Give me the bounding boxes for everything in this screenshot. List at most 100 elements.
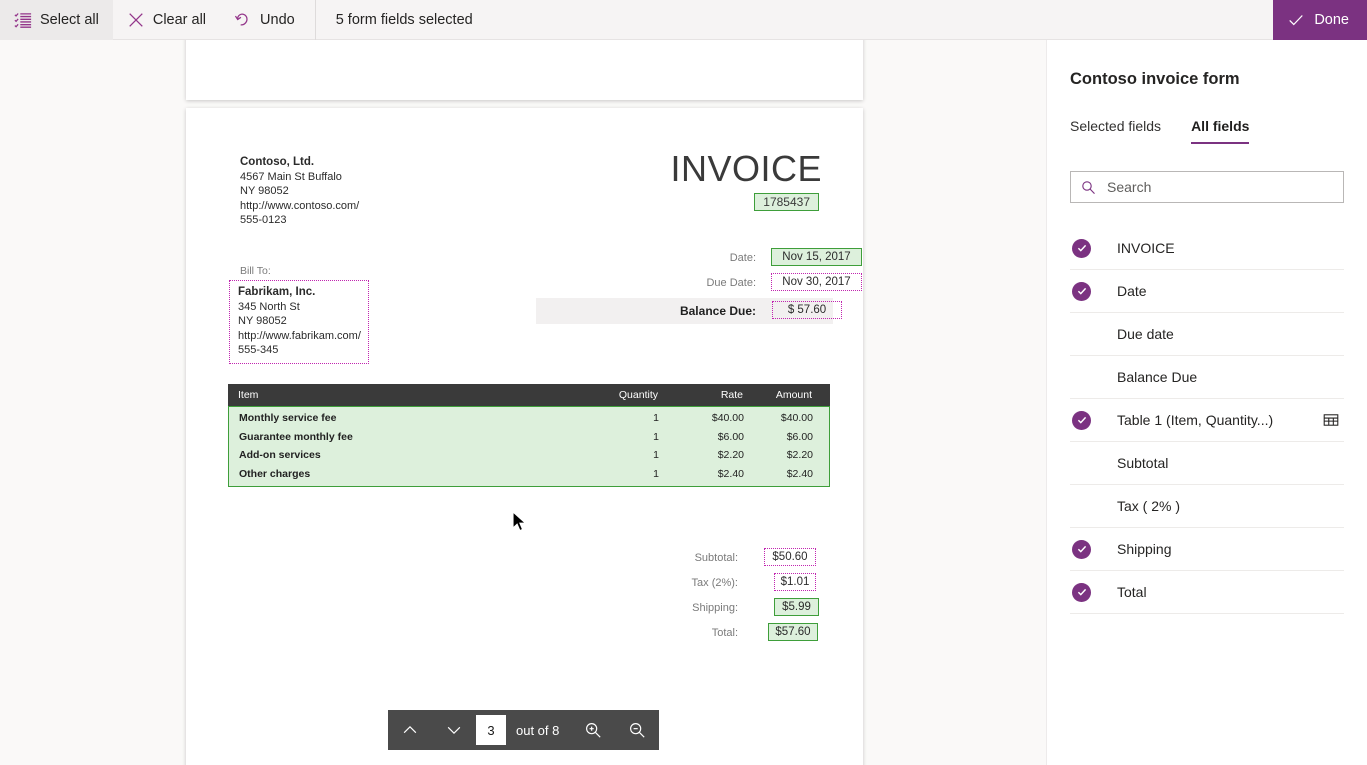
total-label: Total:: [711, 627, 738, 639]
due-date-label: Due Date:: [706, 277, 756, 289]
subtotal-field[interactable]: $50.60: [764, 548, 816, 566]
field-list: INVOICE Date Due date Balance Due Table …: [1070, 227, 1344, 614]
field-row-balance-due[interactable]: Balance Due: [1070, 356, 1344, 399]
total-row: Total: $57.60: [616, 623, 831, 648]
invoice-number-field[interactable]: 1785437: [754, 193, 819, 211]
magnifier-plus-icon: [584, 721, 602, 739]
search-box[interactable]: [1070, 171, 1344, 203]
subtotal-label: Subtotal:: [694, 552, 738, 564]
cell-amount: $40.00: [780, 412, 813, 425]
checked-circle-icon[interactable]: [1072, 281, 1091, 301]
bill-to-field[interactable]: Fabrikam, Inc. 345 North St NY 98052 htt…: [229, 280, 369, 364]
cell-amount: $6.00: [786, 430, 813, 443]
cell-amount: $2.20: [786, 449, 813, 462]
field-row-date[interactable]: Date: [1070, 270, 1344, 313]
shipping-row: Shipping: $5.99: [616, 598, 831, 623]
field-label: INVOICE: [1117, 240, 1175, 256]
cell-rate: $2.20: [717, 449, 744, 462]
unchecked-circle-icon[interactable]: [1072, 497, 1091, 516]
page-number-input[interactable]: [476, 715, 506, 745]
subtotal-row: Subtotal: $50.60: [616, 548, 831, 573]
cell-item: Other charges: [239, 467, 311, 480]
due-date-field[interactable]: Nov 30, 2017: [771, 273, 862, 291]
zoom-in-button[interactable]: [571, 710, 615, 750]
field-label: Total: [1117, 584, 1147, 600]
field-label: Tax ( 2% ): [1117, 498, 1181, 514]
checked-circle-icon[interactable]: [1072, 539, 1091, 559]
balance-due-field[interactable]: $ 57.60: [772, 301, 842, 319]
column-header-rate: Rate: [720, 389, 743, 401]
field-row-shipping[interactable]: Shipping: [1070, 528, 1344, 571]
tax-field[interactable]: $1.01: [774, 573, 816, 591]
tab-all-fields[interactable]: All fields: [1191, 112, 1265, 144]
line-items-table[interactable]: Item Quantity Rate Amount Monthly servic…: [228, 384, 830, 487]
next-page-button[interactable]: [432, 710, 476, 750]
cell-amount: $2.40: [786, 467, 813, 480]
bill-to-address-line1: 345 North St: [238, 300, 300, 313]
page-count-label: out of 8: [516, 722, 560, 738]
unchecked-circle-icon[interactable]: [1072, 325, 1091, 344]
field-row-total[interactable]: Total: [1070, 571, 1344, 614]
table-row[interactable]: Guarantee monthly fee 1 $6.00 $6.00: [229, 428, 829, 447]
table-row[interactable]: Add-on services 1 $2.20 $2.20: [229, 446, 829, 465]
table-row[interactable]: Monthly service fee 1 $40.00 $40.00: [229, 409, 829, 428]
clear-all-button[interactable]: Clear all: [113, 0, 220, 40]
document-page-current[interactable]: Contoso, Ltd. 4567 Main St Buffalo NY 98…: [186, 108, 863, 765]
field-row-tax[interactable]: Tax ( 2% ): [1070, 485, 1344, 528]
undo-arrow-icon: [234, 11, 252, 29]
search-input[interactable]: [1105, 178, 1333, 196]
select-all-button[interactable]: Select all: [0, 0, 113, 40]
unchecked-circle-icon[interactable]: [1072, 368, 1091, 387]
date-field[interactable]: Nov 15, 2017: [771, 248, 862, 266]
totals-section: Subtotal: $50.60 Tax (2%): $1.01 Shippin…: [616, 548, 831, 648]
tax-row: Tax (2%): $1.01: [616, 573, 831, 598]
undo-button[interactable]: Undo: [220, 0, 309, 40]
document-viewer[interactable]: Contoso, Ltd. 4567 Main St Buffalo NY 98…: [0, 40, 1046, 765]
table-grid-icon[interactable]: [1323, 412, 1339, 428]
cell-rate: $6.00: [717, 430, 744, 443]
column-header-amount: Amount: [775, 389, 812, 401]
field-row-table-1[interactable]: Table 1 (Item, Quantity...): [1070, 399, 1344, 442]
field-label: Due date: [1117, 326, 1174, 342]
done-button[interactable]: Done: [1273, 0, 1367, 40]
chevron-down-icon: [445, 721, 463, 739]
previous-page-button[interactable]: [388, 710, 432, 750]
document-page-previous: [186, 40, 863, 100]
total-field[interactable]: $57.60: [768, 623, 818, 641]
field-label: Shipping: [1117, 541, 1172, 557]
shipping-label: Shipping:: [692, 602, 738, 614]
panel-tabs: Selected fields All fields: [1070, 112, 1279, 144]
top-toolbar: Select all Clear all Undo 5 form fields …: [0, 0, 1367, 40]
select-all-label: Select all: [40, 11, 99, 28]
done-label: Done: [1314, 12, 1349, 28]
column-header-item: Item: [238, 389, 259, 401]
date-label: Date:: [729, 252, 756, 264]
invoice-title: INVOICE: [670, 148, 822, 189]
unchecked-circle-icon[interactable]: [1072, 454, 1091, 473]
field-row-invoice[interactable]: INVOICE: [1070, 227, 1344, 270]
field-row-due-date[interactable]: Due date: [1070, 313, 1344, 356]
table-row[interactable]: Other charges 1 $2.40 $2.40: [229, 465, 829, 484]
checked-circle-icon[interactable]: [1072, 238, 1091, 258]
shipping-field[interactable]: $5.99: [774, 598, 819, 616]
tab-selected-fields[interactable]: Selected fields: [1070, 112, 1177, 144]
table-header-row: Item Quantity Rate Amount: [228, 384, 830, 406]
column-header-quantity: Quantity: [618, 389, 658, 401]
close-x-icon: [127, 11, 145, 29]
checklist-icon: [14, 11, 32, 29]
undo-label: Undo: [260, 11, 295, 28]
checkmark-icon: [1287, 11, 1305, 29]
company-address-line2: NY 98052: [240, 185, 289, 197]
balance-due-label: Balance Due:: [679, 304, 756, 318]
bill-to-website: http://www.fabrikam.com/: [238, 329, 361, 342]
table-body[interactable]: Monthly service fee 1 $40.00 $40.00 Guar…: [228, 406, 830, 487]
field-label: Date: [1117, 283, 1147, 299]
company-phone: 555-0123: [240, 214, 287, 226]
cell-quantity: 1: [653, 449, 659, 462]
checked-circle-icon[interactable]: [1072, 410, 1091, 430]
field-label: Table 1 (Item, Quantity...): [1117, 412, 1274, 428]
checked-circle-icon[interactable]: [1072, 582, 1091, 602]
zoom-out-button[interactable]: [615, 710, 659, 750]
bill-to-name: Fabrikam, Inc.: [238, 286, 316, 298]
field-row-subtotal[interactable]: Subtotal: [1070, 442, 1344, 485]
